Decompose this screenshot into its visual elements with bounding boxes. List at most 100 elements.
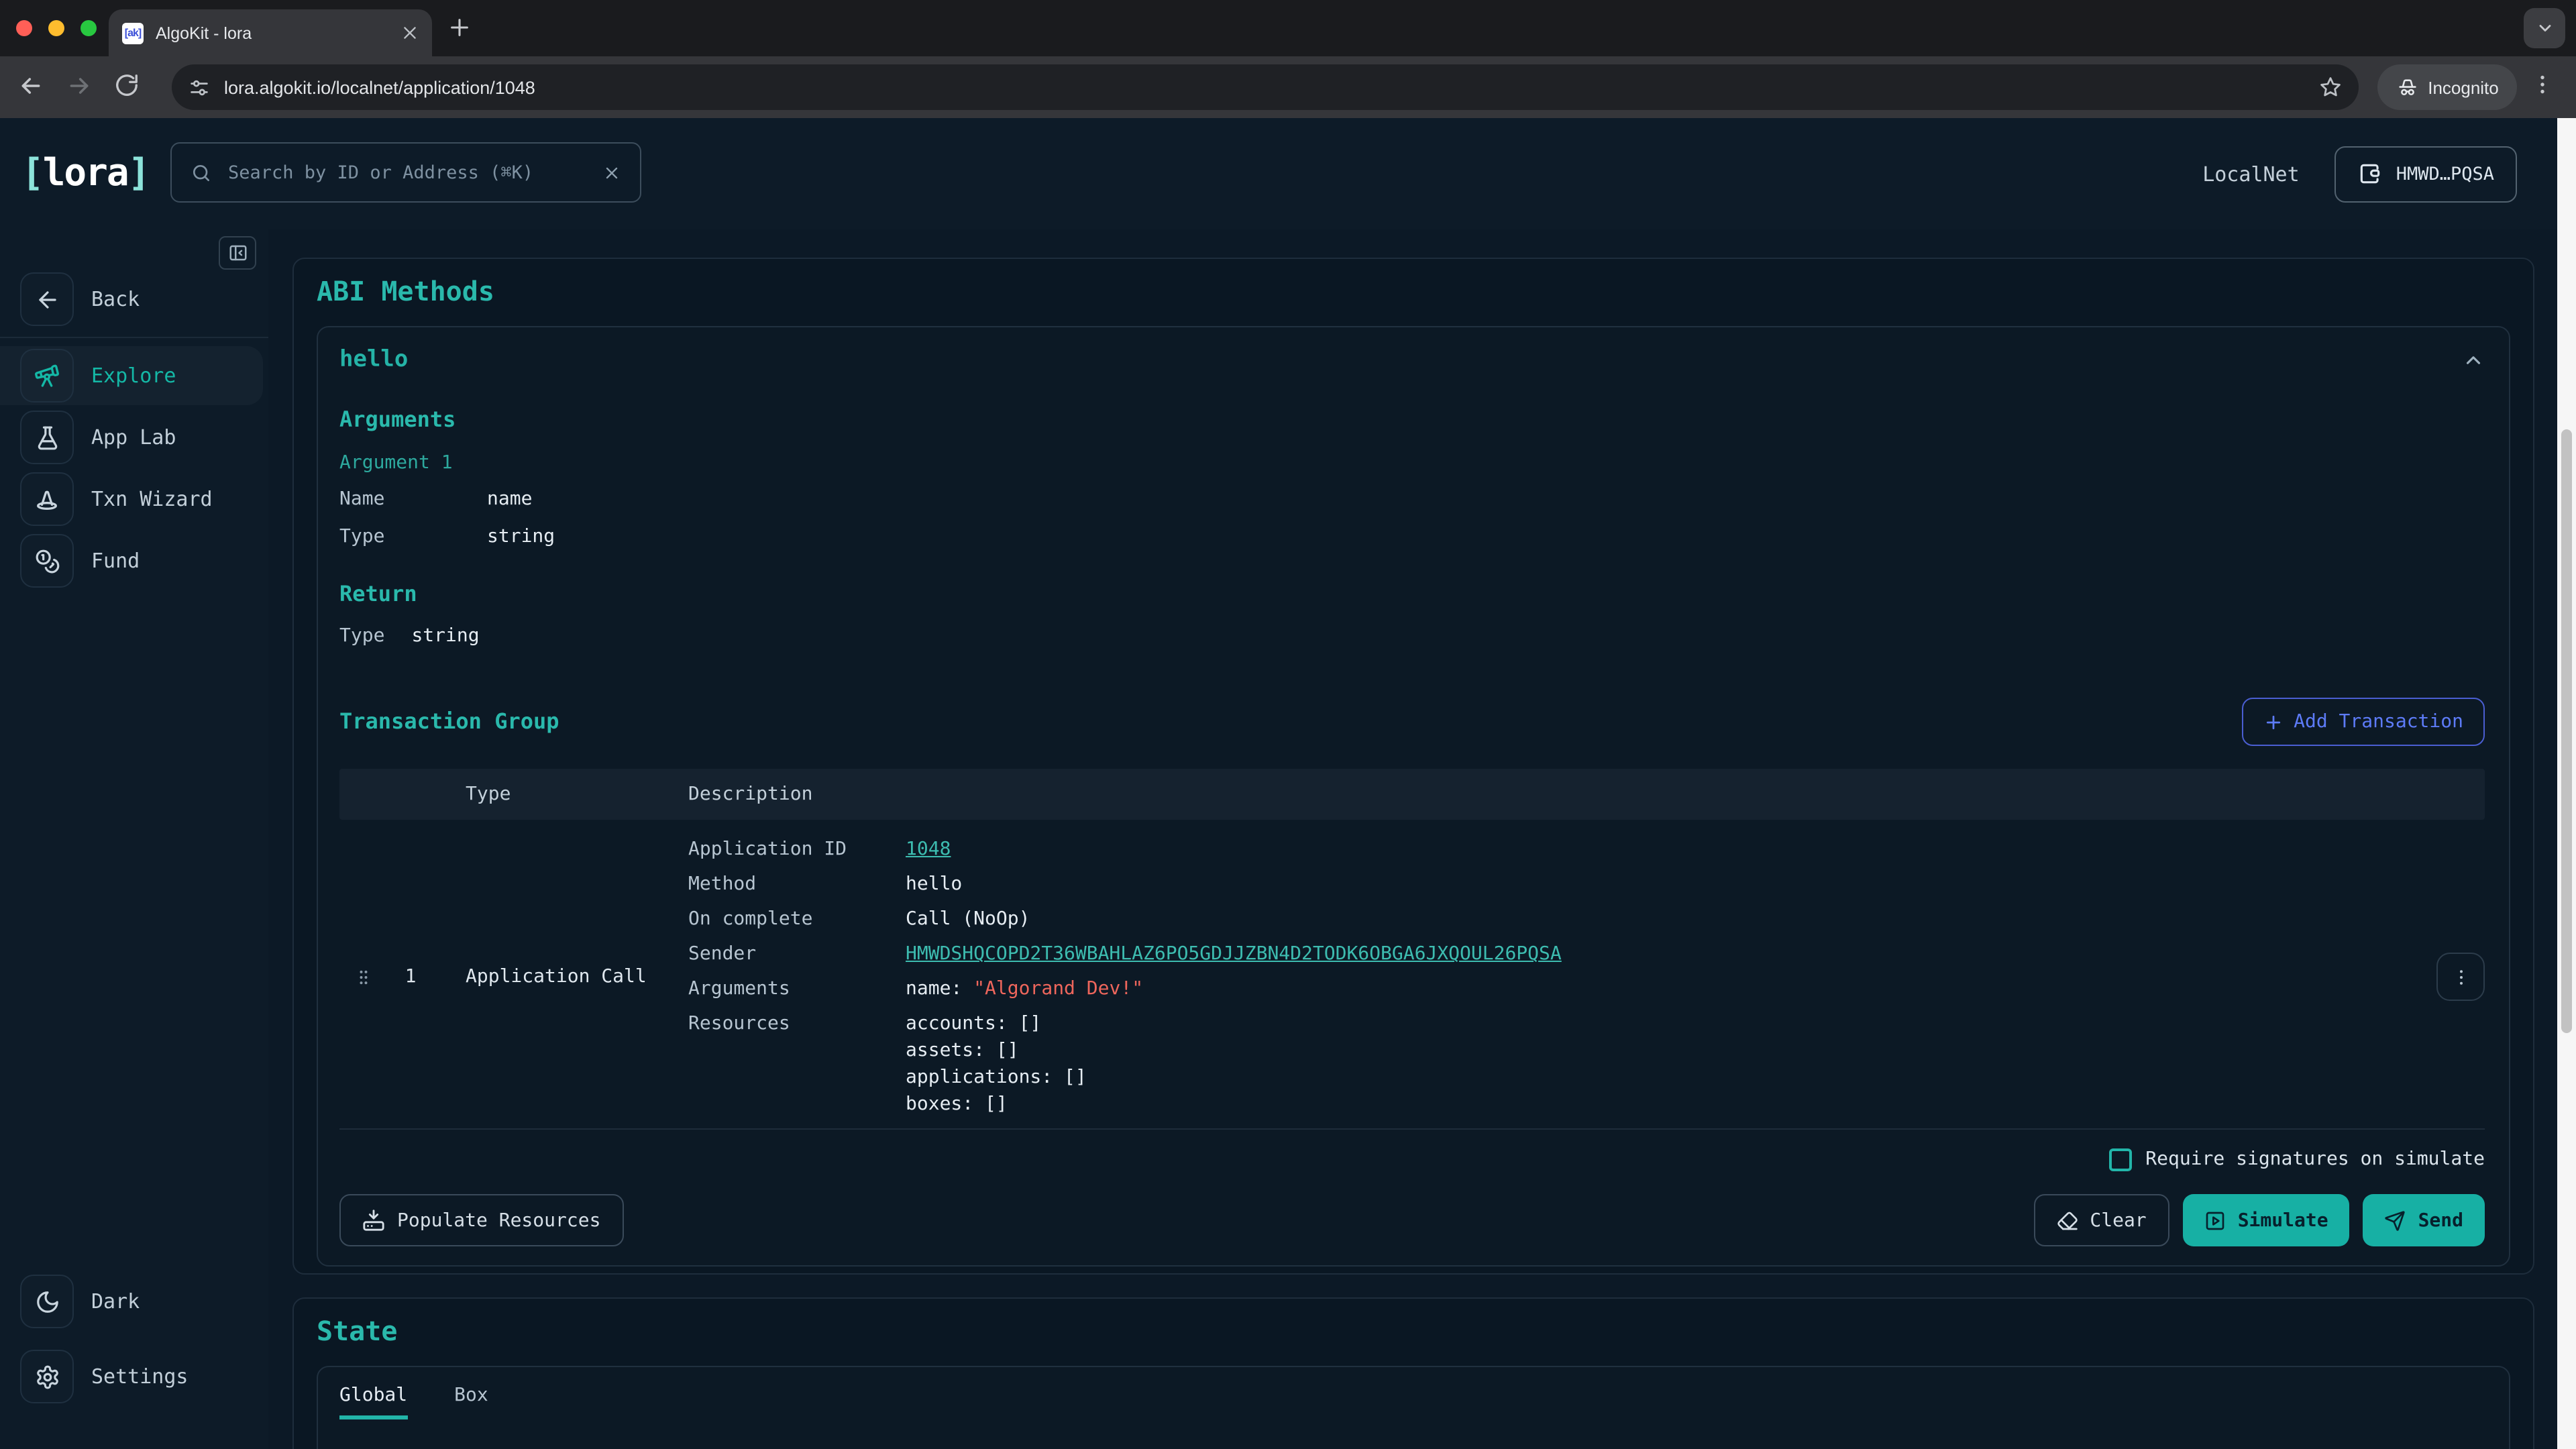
field-value: Call (NoOp) (906, 906, 1030, 932)
table-header: Type Description (339, 769, 2485, 820)
sidebar-item-explore[interactable]: Explore (0, 346, 263, 405)
window-minimize-button[interactable] (48, 20, 64, 36)
flask-icon (20, 411, 74, 464)
column-header-description: Description (688, 784, 2410, 805)
arrow-left-icon (20, 272, 74, 326)
sidebar-item-label: Fund (91, 549, 140, 573)
tab-box[interactable]: Box (454, 1367, 488, 1419)
field-application-id: Application ID 1048 (688, 836, 2410, 863)
method-card: hello Arguments Argument 1 Name name Typ… (317, 326, 2510, 1267)
clear-button[interactable]: Clear (2033, 1194, 2169, 1246)
populate-resources-label: Populate Resources (397, 1210, 600, 1231)
return-row-value: string (411, 623, 479, 649)
state-card: State Global Box (292, 1297, 2534, 1449)
wallet-button[interactable]: HMWD…PQSA (2334, 146, 2517, 202)
require-signatures-checkbox[interactable] (2109, 1148, 2132, 1171)
wallet-address: HMWD…PQSA (2396, 163, 2494, 184)
row-menu-button[interactable] (2436, 953, 2485, 1001)
eraser-icon (2056, 1210, 2078, 1231)
search-icon (191, 162, 212, 183)
transaction-table: Type Description 1 Application Call Appl… (339, 769, 2485, 1130)
new-tab-button[interactable] (448, 16, 471, 39)
reload-icon[interactable] (114, 72, 140, 98)
table-row: 1 Application Call Application ID 1048 M… (339, 820, 2485, 1130)
screen: [ak] AlgoKit - lora (0, 0, 2576, 1449)
browser-tab[interactable]: [ak] AlgoKit - lora (109, 9, 432, 56)
url-text: lora.algokit.io/localnet/application/104… (224, 77, 2318, 97)
return-type-row: Type string (339, 623, 2485, 649)
incognito-label: Incognito (2428, 77, 2499, 97)
send-button[interactable]: Send (2363, 1194, 2485, 1246)
search-input[interactable] (225, 160, 589, 184)
populate-resources-button[interactable]: Populate Resources (339, 1194, 623, 1246)
forward-nav-icon[interactable] (66, 72, 93, 99)
field-resources: Resources accounts: [] assets: [] applic… (688, 1010, 2410, 1118)
resource-applications: applications: [] (906, 1064, 1087, 1091)
simulate-label: Simulate (2238, 1210, 2328, 1231)
method-name: hello (339, 346, 408, 373)
browser-toolbar: lora.algokit.io/localnet/application/104… (0, 56, 2576, 118)
site-settings-icon[interactable] (188, 76, 211, 99)
window-zoom-button[interactable] (80, 20, 97, 36)
simulate-button[interactable]: Simulate (2183, 1194, 2350, 1246)
back-nav-icon[interactable] (17, 72, 44, 99)
url-bar[interactable]: lora.algokit.io/localnet/application/104… (172, 64, 2359, 110)
sidebar-item-settings[interactable]: Settings (0, 1347, 268, 1406)
sidebar: Back Explore App Lab Txn Wizard (0, 229, 268, 1449)
sidebar-item-label: Dark (91, 1289, 140, 1313)
sidebar-collapse-button[interactable] (219, 236, 256, 270)
global-search[interactable] (170, 142, 641, 203)
field-label: Method (688, 871, 906, 898)
sidebar-item-label: Explore (91, 364, 176, 388)
argument-name-row: Name name (339, 486, 2485, 513)
argument-row-label: Name (339, 486, 487, 513)
sidebar-item-theme-toggle[interactable]: Dark (0, 1272, 268, 1331)
clear-label: Clear (2090, 1210, 2146, 1231)
argument-row-label: Type (339, 523, 487, 550)
sender-address-link[interactable]: HMWDSHQCOPD2T36WBAHLAZ6PO5GDJJZBN4D2TODK… (906, 941, 1562, 967)
tab-strip: [ak] AlgoKit - lora (0, 0, 2576, 56)
coins-icon (20, 534, 74, 588)
argument-type-row: Type string (339, 523, 2485, 550)
tab-favicon: [ak] (122, 22, 144, 44)
sidebar-item-txn-wizard[interactable]: Txn Wizard (0, 470, 268, 529)
moon-icon (20, 1275, 74, 1328)
add-transaction-button[interactable]: Add Transaction (2241, 698, 2485, 746)
download-icon (362, 1209, 385, 1232)
sidebar-item-label: Back (91, 287, 140, 311)
field-on-complete: On complete Call (NoOp) (688, 906, 2410, 932)
tab-close-icon[interactable] (401, 24, 419, 42)
page-scrollbar-track (2557, 118, 2576, 1449)
sidebar-item-app-lab[interactable]: App Lab (0, 408, 268, 467)
browser-menu-icon[interactable] (2530, 72, 2555, 97)
square-play-icon (2204, 1210, 2226, 1231)
chevron-up-icon[interactable] (2462, 348, 2485, 371)
argument-group-label: Argument 1 (339, 451, 2485, 475)
app-header: [lora] LocalNet HMWD…PQSA (0, 118, 2576, 229)
page-scrollbar-thumb[interactable] (2561, 429, 2572, 1033)
transaction-description: Application ID 1048 Method hello On comp… (688, 836, 2410, 1118)
network-selector[interactable]: LocalNet (2202, 162, 2300, 186)
tab-search-button[interactable] (2524, 8, 2565, 48)
lora-logo: [lora] (21, 150, 149, 195)
sidebar-item-fund[interactable]: Fund (0, 531, 268, 590)
application-id-link[interactable]: 1048 (906, 836, 951, 863)
sidebar-item-back[interactable]: Back (0, 270, 268, 329)
return-row-label: Type (339, 623, 384, 649)
sidebar-item-label: App Lab (91, 425, 176, 449)
add-transaction-label: Add Transaction (2294, 711, 2463, 733)
drag-handle-icon[interactable] (354, 965, 373, 988)
state-tabs: Global Box (339, 1367, 2487, 1419)
tab-global[interactable]: Global (339, 1367, 407, 1419)
column-header-type: Type (433, 784, 688, 805)
logo-bracket-open: [ (21, 150, 43, 195)
search-clear-icon[interactable] (602, 163, 621, 182)
resource-assets: assets: [] (906, 1037, 1087, 1064)
field-method: Method hello (688, 871, 2410, 898)
window-close-button[interactable] (16, 20, 32, 36)
gear-icon (20, 1350, 74, 1403)
wizard-hat-icon (20, 472, 74, 526)
sidebar-item-label: Settings (91, 1364, 189, 1389)
bookmark-star-icon[interactable] (2318, 75, 2343, 99)
wallet-icon (2357, 161, 2383, 186)
